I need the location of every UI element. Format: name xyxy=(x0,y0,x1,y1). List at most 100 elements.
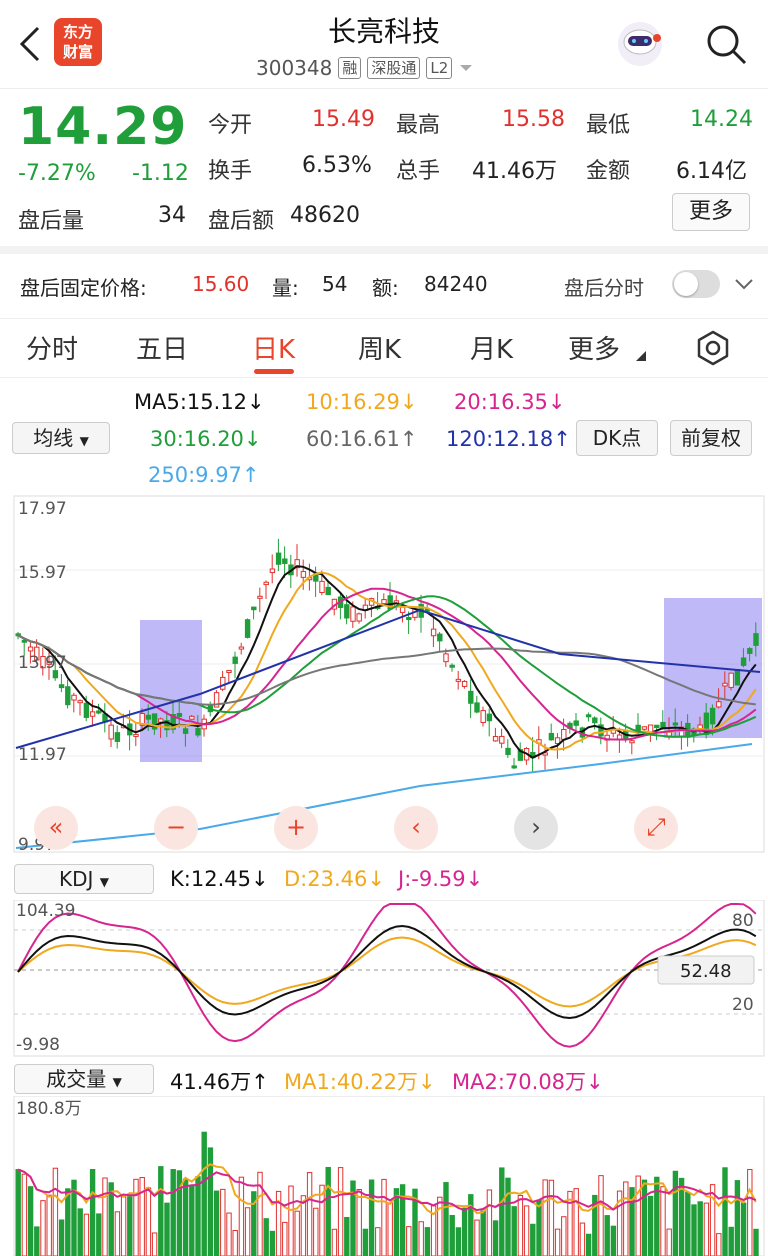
volume-bar xyxy=(77,1208,83,1256)
turnover-value: 6.53% xyxy=(302,153,372,178)
ma60-value: 60:16.61↑ xyxy=(306,427,418,451)
tab-more[interactable]: 更多 xyxy=(568,329,620,366)
candle-body xyxy=(65,686,71,706)
candle-body xyxy=(77,700,83,704)
volume-bar xyxy=(567,1190,573,1256)
kdj-chart[interactable]: 104.39 -9.98 80 20 52.48 xyxy=(0,900,768,1058)
scroll-left-button[interactable]: ‹ xyxy=(394,806,438,850)
kdj-selector-label: KDJ xyxy=(58,867,94,891)
search-icon[interactable] xyxy=(704,22,748,66)
candle-body xyxy=(672,722,679,726)
tab-weekly-k[interactable]: 周K xyxy=(358,329,401,366)
gear-icon[interactable] xyxy=(694,329,732,367)
app-header: 东方 财富 长亮科技 300348 融 深股通 L2 xyxy=(0,0,768,88)
volume-bar xyxy=(530,1223,536,1256)
candle-body xyxy=(474,702,480,713)
volume-bar xyxy=(331,1228,338,1256)
volume-bar xyxy=(65,1188,71,1256)
chevron-down-icon[interactable] xyxy=(734,278,754,292)
candle-body xyxy=(406,617,412,621)
candle-body xyxy=(561,728,567,740)
volume-bar xyxy=(486,1189,493,1256)
tab-timeshare[interactable]: 分时 xyxy=(26,329,78,366)
candle-body xyxy=(145,714,152,720)
volume-bar xyxy=(455,1227,462,1256)
volume-bar xyxy=(362,1228,369,1256)
after-volume-label: 盘后量 xyxy=(18,209,85,234)
fullscreen-button[interactable]: ⤢ xyxy=(634,806,678,850)
candle-body xyxy=(189,715,195,720)
ma-selector-label: 均线 xyxy=(33,426,74,450)
volume-bar xyxy=(325,1166,331,1256)
tab-five-day[interactable]: 五日 xyxy=(136,329,188,366)
volume-chart[interactable]: 180.8万 xyxy=(0,1096,768,1256)
tab-monthly-k[interactable]: 月K xyxy=(470,329,513,366)
volume-bar xyxy=(102,1177,108,1256)
volume-bar xyxy=(52,1167,59,1256)
candle-body xyxy=(399,606,406,613)
volume-bar xyxy=(151,1232,158,1256)
volume-bar xyxy=(368,1179,375,1256)
scroll-right-button[interactable]: › xyxy=(514,806,558,850)
after-timeshare-toggle[interactable] xyxy=(672,270,720,298)
zoom-out-button[interactable]: − xyxy=(154,806,198,850)
after-qty-label: 量: xyxy=(272,276,299,300)
after-amount-value: 48620 xyxy=(290,203,360,228)
candle-body xyxy=(89,711,96,717)
open-label: 今开 xyxy=(208,113,253,138)
candle-body xyxy=(182,728,189,734)
volume-bar xyxy=(740,1202,747,1256)
candle-body xyxy=(133,733,139,737)
volume-bar xyxy=(449,1214,455,1256)
volume-bar xyxy=(753,1228,759,1256)
volume-bar xyxy=(282,1221,288,1256)
chevron-down-icon[interactable] xyxy=(458,63,474,73)
volume-bar xyxy=(728,1226,734,1256)
candle-body xyxy=(747,648,753,654)
volume-bar xyxy=(399,1184,406,1256)
volume-bar xyxy=(697,1201,703,1256)
tag-connect: 深股通 xyxy=(367,57,421,79)
kdj-top-label: 104.39 xyxy=(16,901,75,921)
volume-value-label: 41.46万↑ xyxy=(170,1070,269,1094)
turnover-label: 换手 xyxy=(208,159,253,184)
candle-body xyxy=(616,734,623,740)
volume-bar xyxy=(232,1230,238,1256)
candle-body xyxy=(275,552,282,565)
volume-ma1-label: MA1:40.22万↓ xyxy=(284,1070,436,1094)
volume-bar xyxy=(536,1199,542,1256)
volume-bar xyxy=(46,1194,52,1256)
dk-point-button[interactable]: DK点 xyxy=(576,420,658,456)
volume-bar xyxy=(635,1175,641,1256)
kdj-selector[interactable]: KDJ ▼ xyxy=(14,864,154,894)
tab-daily-k[interactable]: 日K xyxy=(252,329,295,366)
volume-bar xyxy=(610,1225,617,1256)
volume-bar xyxy=(573,1188,579,1256)
volume-selector[interactable]: 成交量 ▼ xyxy=(14,1064,154,1094)
candle-body xyxy=(220,676,226,690)
more-button[interactable]: 更多 xyxy=(672,193,750,231)
volume-bar xyxy=(96,1213,102,1256)
candle-body xyxy=(158,718,164,723)
adjust-button[interactable]: 前复权 xyxy=(670,420,752,456)
volume-bar xyxy=(418,1221,424,1256)
volume-bar xyxy=(437,1196,443,1256)
candle-body xyxy=(238,646,245,650)
volume-bar xyxy=(244,1207,251,1256)
ma-selector[interactable]: 均线 ▼ xyxy=(12,422,110,454)
zoom-in-button[interactable]: + xyxy=(274,806,318,850)
kdj-20-label: 20 xyxy=(732,995,754,1015)
volume-bar xyxy=(127,1196,133,1256)
kline-chart[interactable]: 17.97 15.97 13.97 11.97 9.97 xyxy=(0,494,768,856)
candle-body xyxy=(585,714,592,718)
change-pct: -7.27% xyxy=(18,161,96,186)
fast-backward-button[interactable]: « xyxy=(34,806,78,850)
assistant-robot-icon[interactable] xyxy=(614,18,666,70)
candle-body xyxy=(449,664,455,668)
candle-body xyxy=(350,606,356,622)
volume-bar xyxy=(300,1195,307,1256)
volume-bar xyxy=(523,1205,530,1256)
volume-bar xyxy=(585,1233,592,1256)
after-price-value: 15.60 xyxy=(192,272,250,296)
candle-body xyxy=(114,732,121,742)
